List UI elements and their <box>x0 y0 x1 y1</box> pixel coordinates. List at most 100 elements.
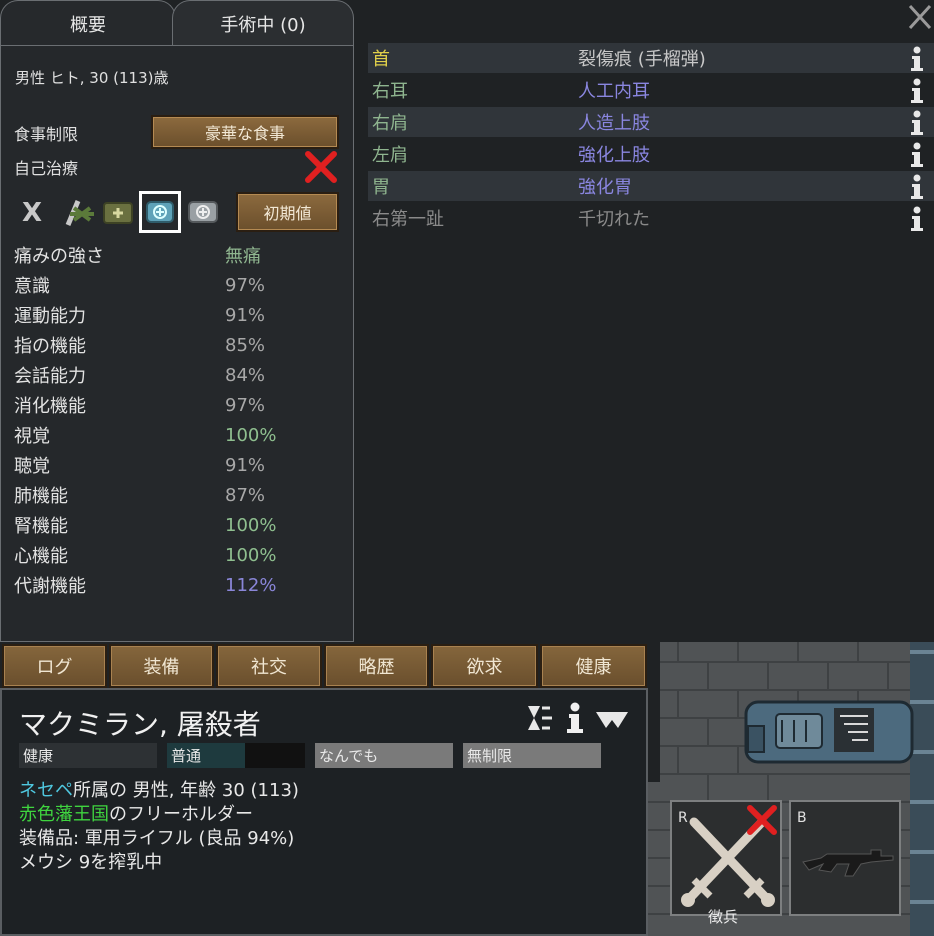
injury-part: 胃 <box>372 177 390 198</box>
info-icon[interactable] <box>908 78 926 104</box>
capacity-row: 肺機能 87% <box>14 480 334 510</box>
industrial-medicine-icon <box>103 202 133 224</box>
capacity-label: 聴覚 <box>14 456 50 477</box>
info-icon[interactable] <box>908 174 926 200</box>
capacity-value: 85% <box>225 334 266 356</box>
tab-character-label: 略歴 <box>358 657 395 678</box>
faction-line: ネセペ所属の 男性, 年齢 30 (113) <box>19 776 299 802</box>
medicine-glitterworld-option[interactable] <box>139 191 181 233</box>
injury-condition: 裂傷痕 (手榴弾) <box>578 49 706 70</box>
injury-condition: 千切れた <box>578 209 650 230</box>
injury-condition: 人造上肢 <box>578 113 650 134</box>
food-restriction-value: 豪華な食事 <box>204 124 285 143</box>
capacity-label: 運動能力 <box>14 306 86 327</box>
info-icon[interactable] <box>908 142 926 168</box>
injury-row[interactable]: 首 裂傷痕 (手榴弾) <box>368 43 934 73</box>
tab-social-label: 社交 <box>251 657 287 678</box>
tab-operations[interactable]: 手術中 (0) <box>172 0 354 46</box>
injury-row[interactable]: 右第一趾 千切れた <box>368 203 934 233</box>
hostility-bar[interactable]: 普通 <box>167 743 305 768</box>
capacity-value: 91% <box>225 454 266 476</box>
capacity-row: 指の機能 85% <box>14 330 334 360</box>
close-icon <box>908 4 932 30</box>
info-icon[interactable] <box>908 206 926 232</box>
medical-care-label: 健康 <box>23 747 54 765</box>
tab-character[interactable]: 略歴 <box>324 644 429 688</box>
self-tend-label: 自己治療 <box>14 159 79 178</box>
injury-condition: 強化上肢 <box>578 145 650 166</box>
capacity-value: 87% <box>225 484 266 506</box>
capacity-value: 91% <box>225 304 266 326</box>
capacity-label: 会話能力 <box>14 366 86 387</box>
injury-condition: 人工内耳 <box>578 81 650 102</box>
capacity-row: 消化機能 97% <box>14 390 334 420</box>
medicine-reset-label: 初期値 <box>263 204 312 223</box>
injury-row[interactable]: 胃 強化胃 <box>368 171 934 201</box>
capacity-row: 代謝機能 112% <box>14 570 334 600</box>
tab-log[interactable]: ログ <box>2 644 107 688</box>
capacity-row: 視覚 100% <box>14 420 334 450</box>
capacity-row: 聴覚 91% <box>14 450 334 480</box>
tab-needs[interactable]: 欲求 <box>431 644 538 688</box>
capacity-row: 運動能力 91% <box>14 300 334 330</box>
food-restriction-button[interactable]: 豪華な食事 <box>151 115 339 149</box>
info-button[interactable] <box>565 702 585 734</box>
expand-button[interactable] <box>594 708 630 732</box>
capacity-value: 100% <box>225 514 277 536</box>
drug-policy-bar[interactable]: 無制限 <box>463 743 601 768</box>
injury-part: 右肩 <box>372 113 408 134</box>
info-icon[interactable] <box>908 110 926 136</box>
self-tend-toggle[interactable] <box>304 150 338 184</box>
medicine-best-option[interactable] <box>187 199 219 225</box>
capacity-value: 84% <box>225 364 266 386</box>
injury-row[interactable]: 右耳 人工内耳 <box>368 75 934 105</box>
injury-row[interactable]: 左肩 強化上肢 <box>368 139 934 169</box>
capacity-value: 100% <box>225 544 277 566</box>
capacity-label: 消化機能 <box>14 396 86 417</box>
close-button[interactable] <box>908 4 932 30</box>
close-icon <box>305 151 337 183</box>
empire-name[interactable]: 赤色藩王国 <box>19 804 109 825</box>
injury-part: 左肩 <box>372 145 408 166</box>
capacity-label: 視覚 <box>14 426 50 447</box>
medicine-none-option[interactable]: X <box>22 198 48 228</box>
banner-icon <box>528 706 552 730</box>
capacity-value: 97% <box>225 394 266 416</box>
medicine-reset-button[interactable]: 初期値 <box>236 192 339 232</box>
weapon-slot[interactable]: B <box>789 800 901 916</box>
capacity-value: 112% <box>225 574 277 596</box>
assault-rifle-icon <box>802 849 894 877</box>
pawn-name: マクミラン, 屠殺者 <box>19 708 261 741</box>
activity-line: メウシ 9を搾乳中 <box>19 852 163 873</box>
medicine-herbal-option[interactable] <box>66 200 98 228</box>
tab-health[interactable]: 健康 <box>540 644 647 688</box>
food-bar[interactable]: なんでも <box>315 743 453 768</box>
tab-social[interactable]: 社交 <box>216 644 322 688</box>
capacity-row: 痛みの強さ 無痛 <box>14 240 334 270</box>
capacity-label: 代謝機能 <box>14 576 86 597</box>
rename-button[interactable] <box>522 702 554 734</box>
injury-row[interactable]: 右肩 人造上肢 <box>368 107 934 137</box>
tab-needs-label: 欲求 <box>466 657 503 678</box>
tab-overview[interactable]: 概要 <box>0 0 176 46</box>
weapon-slot-key: B <box>797 810 807 826</box>
capacity-label: 腎機能 <box>14 516 68 537</box>
pawn-summary: 男性 ヒト, 30 (113)歳 <box>15 69 169 87</box>
medical-care-bar[interactable]: 健康 <box>19 743 157 768</box>
faction-suffix: 所属の 男性, 年齢 30 (113) <box>73 780 299 801</box>
medicine-industrial-option[interactable] <box>101 200 135 226</box>
food-restriction-label: 食事制限 <box>14 125 79 144</box>
faction-name[interactable]: ネセペ <box>19 780 73 801</box>
capacity-row: 意識 97% <box>14 270 334 300</box>
capacity-row: 心機能 100% <box>14 540 334 570</box>
tab-gear[interactable]: 装備 <box>109 644 214 688</box>
draft-slot[interactable]: R 徴兵 <box>670 800 782 926</box>
info-icon[interactable] <box>908 46 926 72</box>
medicine-none-label: X <box>22 198 43 228</box>
capacity-label: 肺機能 <box>14 486 68 507</box>
herbal-medicine-icon <box>70 206 94 222</box>
capacity-label: 心機能 <box>14 546 68 567</box>
capacity-value: 97% <box>225 274 266 296</box>
capacity-value: 無痛 <box>225 246 261 267</box>
hostility-label: 普通 <box>171 747 202 765</box>
